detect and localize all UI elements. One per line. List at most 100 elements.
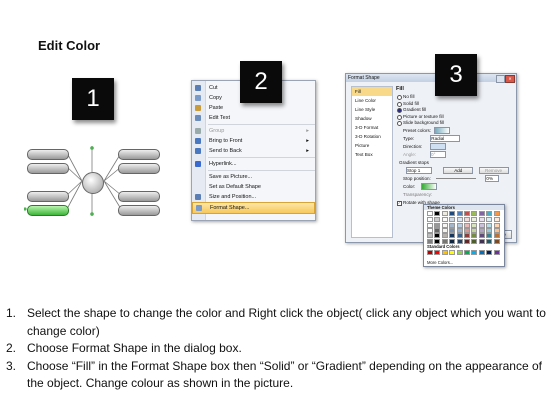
theme-color-swatch[interactable] [486,211,493,216]
help-icon[interactable] [496,75,505,83]
theme-color-swatch[interactable] [456,233,463,239]
theme-color-swatch[interactable] [434,222,441,228]
menu-item-group[interactable]: Group ▸ [192,126,315,136]
theme-color-swatch[interactable] [427,227,433,233]
theme-color-swatch[interactable] [456,227,463,233]
theme-color-swatch[interactable] [464,233,470,239]
standard-color-swatch[interactable] [493,250,500,255]
theme-color-swatch[interactable] [493,211,500,216]
theme-color-swatch[interactable] [456,217,463,223]
theme-color-swatch[interactable] [471,233,478,239]
theme-color-swatch[interactable] [449,211,456,216]
theme-color-swatch[interactable] [441,238,448,244]
theme-color-swatch[interactable] [441,227,448,233]
direction-button[interactable] [430,142,447,150]
theme-color-swatch[interactable] [486,227,493,233]
theme-color-swatch[interactable] [449,238,456,244]
theme-color-swatch[interactable] [449,217,456,223]
theme-color-swatch[interactable] [434,233,441,239]
standard-color-swatch[interactable] [486,250,493,255]
theme-color-swatch[interactable] [478,227,485,233]
theme-color-swatch[interactable] [449,233,456,239]
add-stop-button[interactable]: Add [443,166,474,174]
menu-item-edit-text[interactable]: Edit Text [192,113,315,123]
theme-color-swatch[interactable] [486,238,493,244]
standard-color-swatch[interactable] [434,250,441,255]
theme-color-swatch[interactable] [434,238,441,244]
menu-item-bring-to-front[interactable]: Bring to Front ▸ [192,136,315,146]
theme-color-swatch[interactable] [493,233,500,239]
theme-color-swatch[interactable] [478,238,485,244]
menu-item-set-as-default-shape[interactable]: Set as Default Shape [192,182,315,192]
right-pill-1[interactable] [118,149,160,160]
rotate-checkbox[interactable]: ✓ [397,200,402,206]
stop-position-input[interactable]: 0% [485,174,500,182]
theme-color-swatch[interactable] [486,217,493,223]
nav-shadow[interactable]: Shadow [352,114,392,123]
theme-color-swatch[interactable] [493,227,500,233]
theme-color-swatch[interactable] [471,217,478,223]
theme-color-swatch[interactable] [427,222,433,228]
nav-3-d-format[interactable]: 3-D Format [352,123,392,132]
theme-color-swatch[interactable] [478,222,485,228]
theme-color-swatch[interactable] [471,238,478,244]
theme-color-swatch[interactable] [441,233,448,239]
theme-color-swatch[interactable] [456,211,463,216]
right-pill-2[interactable] [118,163,160,174]
standard-color-swatch[interactable] [478,250,485,255]
left-pill-2[interactable] [27,163,69,174]
right-pill-3[interactable] [118,191,160,202]
theme-color-swatch[interactable] [449,222,456,228]
center-circle[interactable] [82,172,104,194]
standard-color-swatch[interactable] [471,250,478,255]
theme-color-swatch[interactable] [464,222,470,228]
theme-color-swatch[interactable] [471,227,478,233]
theme-color-swatch[interactable] [441,217,448,223]
left-pill-3[interactable] [27,191,69,202]
standard-color-swatch[interactable] [427,250,433,255]
standard-color-swatch[interactable] [441,250,448,255]
menu-item-send-to-back[interactable]: Send to Back ▸ [192,146,315,156]
theme-color-swatch[interactable] [478,211,485,216]
stop-select[interactable]: Stop 1 [406,166,432,174]
nav-3-d-rotation[interactable]: 3-D Rotation [352,132,392,141]
menu-item-save-as-picture[interactable]: Save as Picture... [192,172,315,182]
theme-color-swatch[interactable] [449,227,456,233]
close-icon[interactable]: ✕ [505,75,515,83]
left-pill-1[interactable] [27,149,69,160]
theme-color-swatch[interactable] [471,211,478,216]
theme-color-swatch[interactable] [471,222,478,228]
theme-color-swatch[interactable] [464,211,470,216]
color-button[interactable] [421,182,438,190]
nav-line-style[interactable]: Line Style [352,105,392,114]
more-colors-link[interactable]: More Colors... [427,260,453,265]
theme-color-swatch[interactable] [441,222,448,228]
menu-item-paste[interactable]: Paste [192,103,315,113]
theme-color-swatch[interactable] [427,238,433,244]
right-pill-4[interactable] [118,205,160,216]
standard-color-swatch[interactable] [464,250,470,255]
theme-color-swatch[interactable] [464,238,470,244]
theme-color-swatch[interactable] [478,217,485,223]
menu-item-size-and-position[interactable]: Size and Position... [192,192,315,202]
nav-text-box[interactable]: Text Box [352,150,392,159]
standard-color-swatch[interactable] [449,250,456,255]
menu-item-hyperlink[interactable]: Hyperlink... [192,159,315,169]
theme-color-swatch[interactable] [427,233,433,239]
theme-color-swatch[interactable] [441,211,448,216]
preset-colors-button[interactable] [434,126,451,134]
theme-color-swatch[interactable] [486,233,493,239]
remove-stop-button[interactable]: Remove [478,166,509,174]
angle-input[interactable]: 0° [430,150,447,158]
theme-color-swatch[interactable] [478,233,485,239]
left-pill-selected[interactable] [27,205,69,216]
theme-color-swatch[interactable] [464,227,470,233]
standard-color-swatch[interactable] [456,250,463,255]
theme-color-swatch[interactable] [464,217,470,223]
menu-item-format-shape[interactable]: Format Shape... [192,202,315,214]
theme-color-swatch[interactable] [427,211,433,216]
theme-color-swatch[interactable] [486,222,493,228]
nav-line-color[interactable]: Line Color [352,96,392,105]
type-select[interactable]: Radial [430,134,461,142]
theme-color-swatch[interactable] [434,217,441,223]
